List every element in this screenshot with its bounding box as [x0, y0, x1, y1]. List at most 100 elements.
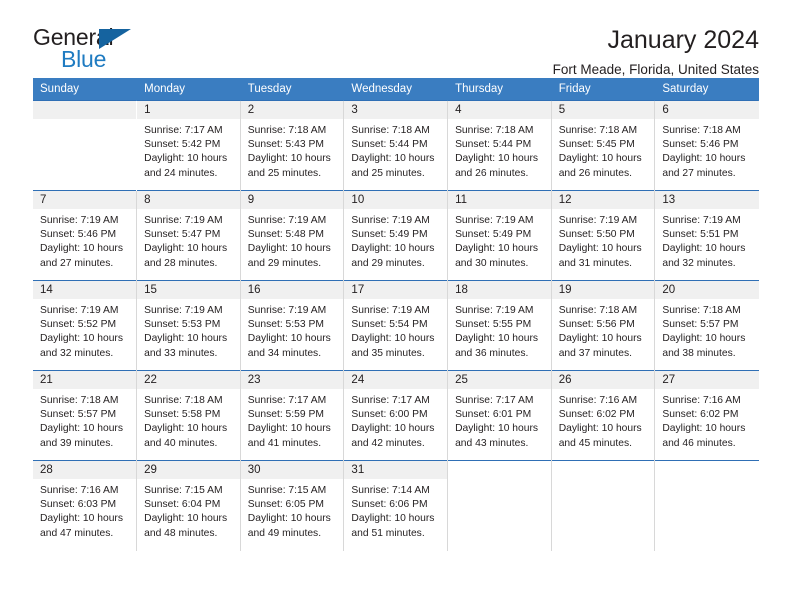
sunrise-time: Sunrise: 7:18 AM: [455, 125, 534, 136]
calendar-day-cell[interactable]: 21 Sunrise: 7:18 AM Sunset: 5:57 PM Dayligh…: [33, 370, 138, 461]
calendar-day-cell[interactable]: 15 Sunrise: 7:19 AM Sunset: 5:53 PM Dayligh…: [136, 280, 241, 371]
daylight-duration-line2: and 36 minutes.: [455, 347, 529, 359]
calendar-day-cell[interactable]: 24 Sunrise: 7:17 AM Sunset: 6:00 PM Dayligh…: [343, 370, 449, 461]
day-number: 21: [33, 371, 137, 389]
day-number: 1: [137, 101, 240, 119]
brand-name-blue: Blue: [61, 46, 107, 72]
calendar-day-cell[interactable]: 4 Sunrise: 7:18 AM Sunset: 5:44 PM Daylight…: [447, 100, 552, 191]
calendar-day-cell[interactable]: 18 Sunrise: 7:19 AM Sunset: 5:55 PM Dayligh…: [447, 280, 552, 371]
daylight-duration-line2: and 33 minutes.: [144, 347, 218, 359]
sunrise-time: Sunrise: 7:18 AM: [558, 305, 638, 316]
calendar-day-cell[interactable]: 29 Sunrise: 7:15 AM Sunset: 6:04 PM Dayligh…: [136, 460, 241, 551]
sunrise-time: Sunrise: 7:15 AM: [144, 485, 223, 496]
sunrise-time: Sunrise: 7:16 AM: [558, 395, 638, 406]
calendar-day-cell[interactable]: 7 Sunrise: 7:19 AM Sunset: 5:46 PM Daylight…: [33, 190, 138, 281]
daylight-duration-line1: Daylight: 10 hours: [247, 333, 331, 345]
calendar-day-cell[interactable]: 9 Sunrise: 7:19 AM Sunset: 5:48 PM Daylight…: [240, 190, 345, 281]
calendar-day-cell[interactable]: 27 Sunrise: 7:16 AM Sunset: 6:02 PM Dayligh…: [654, 370, 759, 461]
brand-logo[interactable]: General Blue: [33, 26, 153, 72]
calendar-day-cell[interactable]: 26 Sunrise: 7:16 AM Sunset: 6:02 PM Dayligh…: [551, 370, 656, 461]
sunrise-time: Sunrise: 7:18 AM: [662, 125, 741, 136]
calendar-day-cell[interactable]: 28 Sunrise: 7:16 AM Sunset: 6:03 PM Dayligh…: [33, 460, 138, 551]
sunset-time: Sunset: 5:49 PM: [455, 229, 532, 241]
daylight-duration-line1: Daylight: 10 hours: [40, 243, 123, 255]
daylight-duration-line2: and 41 minutes.: [247, 437, 322, 449]
day-details: Sunrise: 7:15 AM Sunset: 6:05 PM Daylight:…: [241, 479, 344, 541]
calendar-day-cell[interactable]: 31 Sunrise: 7:14 AM Sunset: 6:06 PM Dayligh…: [343, 460, 449, 551]
sunset-time: Sunset: 5:42 PM: [144, 139, 221, 151]
calendar-body: 1 Sunrise: 7:17 AM Sunset: 5:42 PM Daylight…: [33, 100, 759, 551]
sunrise-time: Sunrise: 7:19 AM: [144, 215, 223, 226]
day-number: 9: [240, 191, 344, 209]
weekday-header-tuesday: Tuesday: [240, 78, 345, 101]
weekday-header-sunday: Sunday: [33, 78, 138, 101]
daylight-duration-line1: Daylight: 10 hours: [247, 153, 331, 165]
daylight-duration-line1: Daylight: 10 hours: [351, 243, 435, 255]
day-details: Sunrise: 7:16 AM Sunset: 6:03 PM Daylight:…: [33, 479, 136, 541]
day-number: 27: [655, 371, 759, 389]
calendar-cell-empty: [654, 460, 759, 551]
calendar-day-cell[interactable]: 5 Sunrise: 7:18 AM Sunset: 5:45 PM Daylight…: [551, 100, 656, 191]
day-details: Sunrise: 7:16 AM Sunset: 6:02 PM Daylight:…: [552, 389, 655, 451]
calendar-day-cell[interactable]: 16 Sunrise: 7:19 AM Sunset: 5:53 PM Dayligh…: [240, 280, 345, 371]
daylight-duration-line1: Daylight: 10 hours: [662, 423, 746, 435]
daylight-duration-line1: Daylight: 10 hours: [662, 153, 746, 165]
calendar-day-cell[interactable]: 17 Sunrise: 7:19 AM Sunset: 5:54 PM Dayligh…: [343, 280, 449, 371]
day-number: [655, 461, 759, 479]
sunrise-time: Sunrise: 7:18 AM: [247, 125, 327, 136]
daylight-duration-line1: Daylight: 10 hours: [558, 423, 642, 435]
daylight-duration-line1: Daylight: 10 hours: [351, 513, 435, 525]
calendar-day-cell[interactable]: 2 Sunrise: 7:18 AM Sunset: 5:43 PM Daylight…: [240, 100, 345, 191]
calendar-day-cell[interactable]: 12 Sunrise: 7:19 AM Sunset: 5:50 PM Dayligh…: [551, 190, 656, 281]
sunrise-time: Sunrise: 7:19 AM: [455, 215, 534, 226]
sunset-time: Sunset: 5:56 PM: [558, 319, 635, 331]
calendar-day-cell[interactable]: 13 Sunrise: 7:19 AM Sunset: 5:51 PM Dayligh…: [654, 190, 759, 281]
calendar-day-cell[interactable]: 14 Sunrise: 7:19 AM Sunset: 5:52 PM Dayligh…: [33, 280, 138, 371]
day-number: 10: [344, 191, 448, 209]
daylight-duration-line2: and 25 minutes.: [247, 167, 322, 179]
day-number: 16: [240, 281, 344, 299]
sunset-time: Sunset: 5:54 PM: [351, 319, 428, 331]
calendar-day-cell[interactable]: 20 Sunrise: 7:18 AM Sunset: 5:57 PM Dayligh…: [654, 280, 759, 371]
weekday-header-saturday: Saturday: [654, 78, 759, 101]
calendar-day-cell[interactable]: 11 Sunrise: 7:19 AM Sunset: 5:49 PM Dayligh…: [447, 190, 552, 281]
sunrise-time: Sunrise: 7:19 AM: [40, 305, 119, 316]
calendar-day-cell[interactable]: 6 Sunrise: 7:18 AM Sunset: 5:46 PM Daylight…: [654, 100, 759, 191]
day-number: 12: [551, 191, 655, 209]
calendar-day-cell[interactable]: 25 Sunrise: 7:17 AM Sunset: 6:01 PM Dayligh…: [447, 370, 552, 461]
daylight-duration-line2: and 35 minutes.: [351, 347, 425, 359]
day-details: Sunrise: 7:19 AM Sunset: 5:50 PM Daylight:…: [552, 209, 655, 271]
daylight-duration-line2: and 46 minutes.: [662, 437, 736, 449]
calendar-day-cell[interactable]: 3 Sunrise: 7:18 AM Sunset: 5:44 PM Daylight…: [343, 100, 449, 191]
calendar-day-cell[interactable]: 1 Sunrise: 7:17 AM Sunset: 5:42 PM Daylight…: [136, 100, 241, 191]
sunset-time: Sunset: 5:47 PM: [144, 229, 221, 241]
sunset-time: Sunset: 6:03 PM: [40, 499, 117, 511]
day-number: 25: [448, 371, 551, 389]
calendar-day-cell[interactable]: 22 Sunrise: 7:18 AM Sunset: 5:58 PM Dayligh…: [136, 370, 241, 461]
calendar-day-cell[interactable]: 10 Sunrise: 7:19 AM Sunset: 5:49 PM Dayligh…: [343, 190, 449, 281]
day-number: 15: [137, 281, 240, 299]
daylight-duration-line2: and 29 minutes.: [247, 257, 322, 269]
daylight-duration-line1: Daylight: 10 hours: [455, 333, 539, 345]
daylight-duration-line1: Daylight: 10 hours: [351, 333, 435, 345]
sunset-time: Sunset: 5:49 PM: [351, 229, 428, 241]
calendar-day-cell[interactable]: 19 Sunrise: 7:18 AM Sunset: 5:56 PM Dayligh…: [551, 280, 656, 371]
day-details: Sunrise: 7:16 AM Sunset: 6:02 PM Daylight:…: [655, 389, 758, 451]
page-subtitle: Fort Meade, Florida, United States: [552, 62, 759, 78]
daylight-duration-line1: Daylight: 10 hours: [455, 243, 539, 255]
day-details: Sunrise: 7:18 AM Sunset: 5:45 PM Daylight:…: [552, 119, 655, 181]
sunrise-time: Sunrise: 7:17 AM: [455, 395, 534, 406]
daylight-duration-line1: Daylight: 10 hours: [247, 243, 331, 255]
daylight-duration-line2: and 42 minutes.: [351, 437, 425, 449]
calendar-week-row: 14 Sunrise: 7:19 AM Sunset: 5:52 PM Dayligh…: [33, 280, 759, 371]
calendar-day-cell[interactable]: 30 Sunrise: 7:15 AM Sunset: 6:05 PM Dayligh…: [240, 460, 345, 551]
sunrise-time: Sunrise: 7:19 AM: [247, 215, 327, 226]
day-number: 24: [344, 371, 448, 389]
daylight-duration-line2: and 28 minutes.: [144, 257, 218, 269]
daylight-duration-line1: Daylight: 10 hours: [144, 513, 228, 525]
calendar-day-cell[interactable]: 8 Sunrise: 7:19 AM Sunset: 5:47 PM Daylight…: [136, 190, 241, 281]
calendar-cell-empty: [447, 460, 552, 551]
daylight-duration-line2: and 26 minutes.: [455, 167, 529, 179]
day-number: 11: [448, 191, 551, 209]
calendar-day-cell[interactable]: 23 Sunrise: 7:17 AM Sunset: 5:59 PM Dayligh…: [240, 370, 345, 461]
